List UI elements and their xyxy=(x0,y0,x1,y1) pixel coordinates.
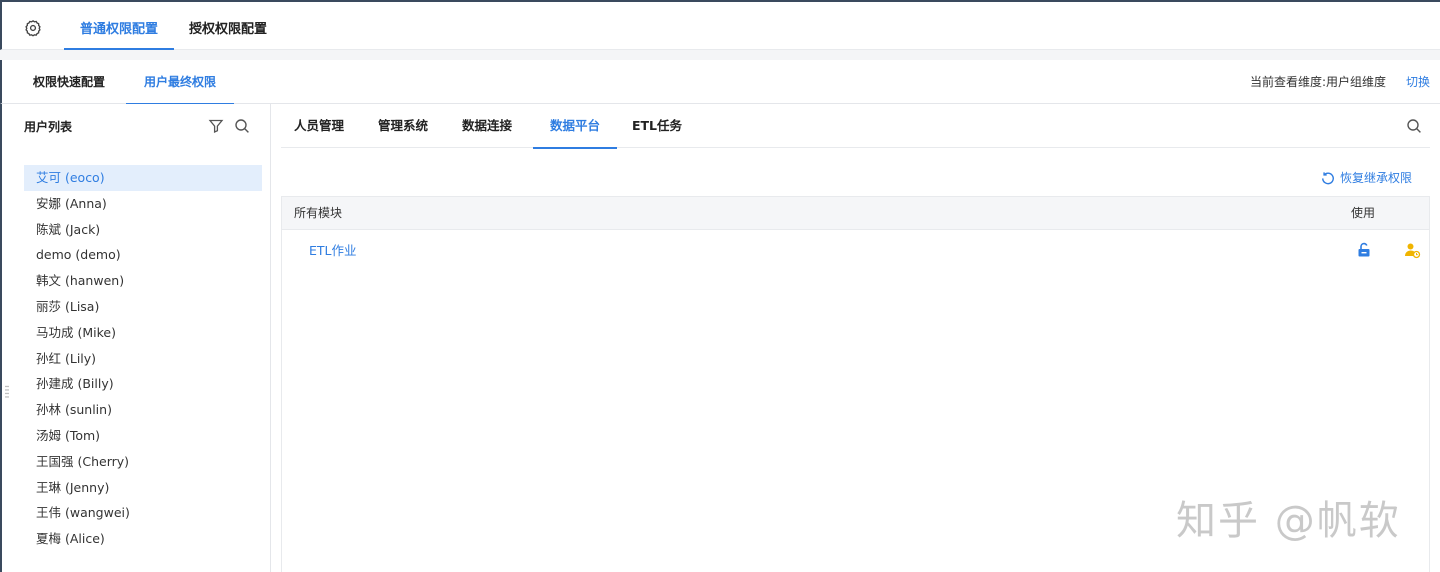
user-list-item[interactable]: 马功成 (Mike) xyxy=(24,320,262,346)
top-bar: 普通权限配置 授权权限配置 xyxy=(0,0,1440,51)
restore-inherit-button[interactable]: 恢复继承权限 xyxy=(1321,170,1412,186)
filter-icon[interactable] xyxy=(208,118,224,134)
search-icon[interactable] xyxy=(1406,118,1422,134)
user-list-item[interactable]: 王伟 (wangwei) xyxy=(24,500,262,526)
tab-management-system[interactable]: 管理系统 xyxy=(371,104,435,148)
switch-link[interactable]: 切换 xyxy=(1406,60,1430,104)
tab-etl-task[interactable]: ETL任务 xyxy=(627,104,687,148)
user-list-item[interactable]: 夏梅 (Alice) xyxy=(24,526,262,552)
search-icon[interactable] xyxy=(234,118,250,134)
tab-personnel[interactable]: 人员管理 xyxy=(287,104,351,148)
module-name[interactable]: ETL作业 xyxy=(309,231,357,271)
gear-icon[interactable] xyxy=(24,19,42,37)
tab-normal-permission[interactable]: 普通权限配置 xyxy=(64,2,174,51)
user-list-item[interactable]: demo (demo) xyxy=(24,242,262,268)
tab-authorization-permission[interactable]: 授权权限配置 xyxy=(178,2,278,50)
user-list-item[interactable]: 孙建成 (Billy) xyxy=(24,371,262,397)
user-list-title: 用户列表 xyxy=(24,120,73,134)
table-header: 所有模块 使用 xyxy=(282,197,1429,230)
header-gap xyxy=(0,50,1440,60)
undo-icon xyxy=(1322,172,1334,185)
tab-final-permission[interactable]: 用户最终权限 xyxy=(126,60,234,105)
column-header-use: 使用 xyxy=(1351,206,1376,220)
restore-inherit-label: 恢复继承权限 xyxy=(1340,171,1413,185)
resize-handle[interactable] xyxy=(5,385,9,399)
tab-quick-config[interactable]: 权限快速配置 xyxy=(22,60,116,104)
user-list: 艾可 (eoco) 安娜 (Anna) 陈斌 (Jack) demo (demo… xyxy=(24,165,262,552)
user-list-item[interactable]: 丽莎 (Lisa) xyxy=(24,294,262,320)
user-list-item[interactable]: 王琳 (Jenny) xyxy=(24,475,262,501)
tab-data-connection[interactable]: 数据连接 xyxy=(455,104,519,148)
table-row: ETL作业 xyxy=(282,231,1429,275)
user-list-item[interactable]: 陈斌 (Jack) xyxy=(24,217,262,243)
column-header-module: 所有模块 xyxy=(294,206,343,220)
sub-tab-bar: 权限快速配置 用户最终权限 当前查看维度:用户组维度 切换 xyxy=(0,60,1440,105)
user-list-item[interactable]: 孙林 (sunlin) xyxy=(24,397,262,423)
user-list-item[interactable]: 汤姆 (Tom) xyxy=(24,423,262,449)
watermark: 知乎 @帆软 xyxy=(1176,498,1401,544)
user-list-item[interactable]: 艾可 (eoco) xyxy=(24,165,262,191)
user-list-item[interactable]: 韩文 (hanwen) xyxy=(24,268,262,294)
user-list-panel: 用户列表 艾可 (eoco) 安娜 (Anna) 陈斌 (Jack) demo … xyxy=(0,104,271,572)
user-list-item[interactable]: 王国强 (Cherry) xyxy=(24,449,262,475)
dimension-text: 当前查看维度:用户组维度 xyxy=(1249,75,1386,89)
user-icon[interactable] xyxy=(1404,242,1421,259)
user-list-item[interactable]: 孙红 (Lily) xyxy=(24,346,262,372)
tab-data-platform[interactable]: 数据平台 xyxy=(533,104,617,149)
user-list-item[interactable]: 安娜 (Anna) xyxy=(24,191,262,217)
unlock-icon[interactable] xyxy=(1356,242,1372,258)
module-tabs: 人员管理 管理系统 数据连接 数据平台 ETL任务 xyxy=(281,104,1430,149)
